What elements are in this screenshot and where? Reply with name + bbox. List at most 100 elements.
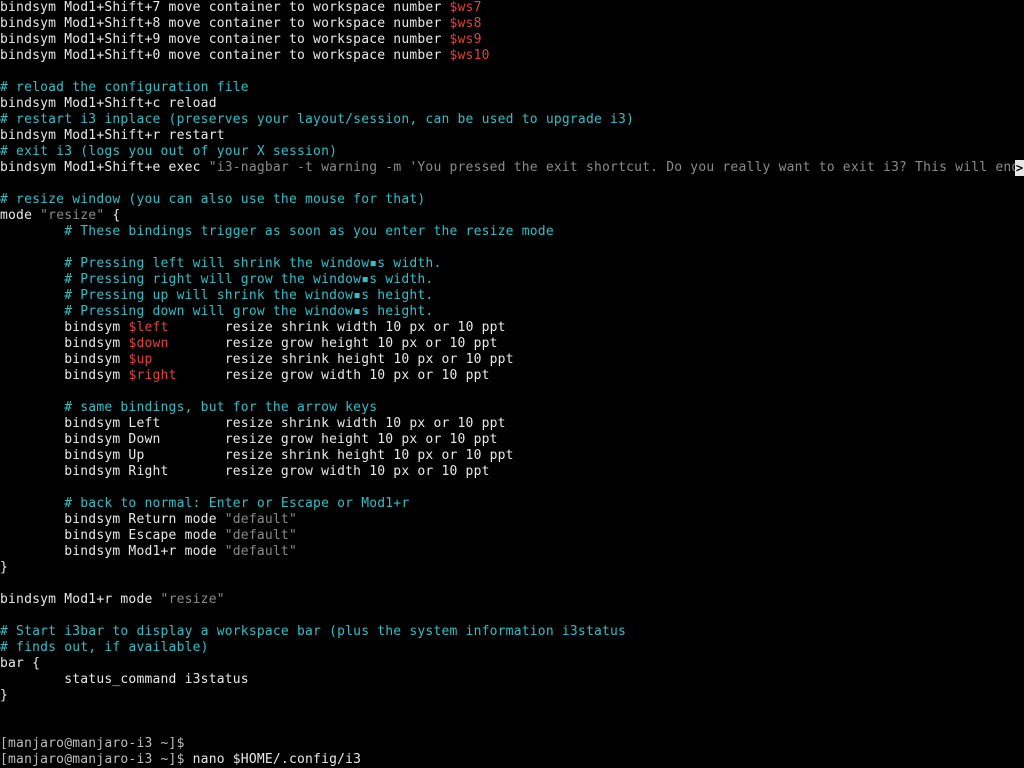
terminal-line: bindsym Return mode "default" <box>0 512 297 528</box>
terminal-line: # Start i3bar to display a workspace bar… <box>0 624 626 640</box>
config-string: "default" <box>224 512 297 527</box>
terminal-line: bindsym Right resize grow width 10 px or… <box>0 464 490 480</box>
config-text: bar { <box>0 656 41 671</box>
terminal-line: bindsym Mod1+Shift+8 move container to w… <box>0 16 482 32</box>
shell-prompt: [manjaro@manjaro-i3 ~]$ <box>0 752 193 767</box>
config-variable: $up <box>128 352 153 367</box>
terminal-line: bindsym Mod1+Shift+9 move container to w… <box>0 32 482 48</box>
config-text: bindsym <box>0 352 129 367</box>
config-text: nano $HOME/.config/i3 <box>192 752 362 767</box>
terminal-line: # Pressing right will grow the window▪s … <box>0 272 433 288</box>
config-comment: # reload the configuration file <box>0 80 249 95</box>
terminal-line: mode "resize" { <box>0 208 120 224</box>
config-variable: $down <box>128 336 169 351</box>
config-comment: # back to normal: Enter or Escape or Mod… <box>0 496 410 511</box>
config-text: bindsym <box>0 336 129 351</box>
config-comment: # finds out, if available) <box>0 640 209 655</box>
config-variable: $ws7 <box>449 0 482 15</box>
config-string: "resize" <box>160 592 225 607</box>
config-comment: # resize window (you can also use the mo… <box>0 192 426 207</box>
terminal-line: # reload the configuration file <box>0 80 249 96</box>
config-text: bindsym Mod1+Shift+9 move container to w… <box>0 32 450 47</box>
terminal-line: bindsym $up resize shrink height 10 px o… <box>0 352 514 368</box>
terminal-line: bindsym Mod1+Shift+c reload <box>0 96 217 112</box>
terminal-line: bindsym Left resize shrink width 10 px o… <box>0 416 506 432</box>
config-text: } <box>0 688 9 703</box>
terminal-line: # back to normal: Enter or Escape or Mod… <box>0 496 409 512</box>
config-text: } <box>0 560 9 575</box>
terminal-line: # finds out, if available) <box>0 640 209 656</box>
config-string: "default" <box>224 528 297 543</box>
terminal-line: bindsym Mod1+Shift+e exec "i3-nagbar -t … <box>0 160 1019 176</box>
config-comment: # exit i3 (logs you out of your X sessio… <box>0 144 338 159</box>
config-comment: # restart i3 inplace (preserves your lay… <box>0 112 635 127</box>
config-text: bindsym Mod1+Shift+e exec <box>0 160 209 175</box>
config-comment: # Pressing down will grow the window▪s h… <box>0 304 434 319</box>
terminal-line: # Pressing left will shrink the window▪s… <box>0 256 441 272</box>
config-text: bindsym Mod1+Shift+7 move container to w… <box>0 0 450 15</box>
config-text: { <box>104 208 121 223</box>
shell-prompt: [manjaro@manjaro-i3 ~]$ <box>0 736 185 751</box>
config-text: bindsym <box>0 320 129 335</box>
config-text: bindsym Mod1+r mode <box>0 544 225 559</box>
config-variable: $left <box>128 320 169 335</box>
terminal-line: bindsym $down resize grow height 10 px o… <box>0 336 498 352</box>
config-text: bindsym Mod1+Shift+c reload <box>0 96 217 111</box>
terminal-line: # Pressing up will shrink the window▪s h… <box>0 288 433 304</box>
config-comment: # Pressing left will shrink the window▪s… <box>0 256 442 271</box>
terminal-line: bindsym Mod1+r mode "resize" <box>0 592 225 608</box>
config-text: bindsym Return mode <box>0 512 225 527</box>
terminal-line: # These bindings trigger as soon as you … <box>0 224 554 240</box>
terminal-line: bindsym Down resize grow height 10 px or… <box>0 432 498 448</box>
config-text: bindsym Left resize shrink width 10 px o… <box>0 416 506 431</box>
terminal-window[interactable]: bindsym Mod1+Shift+7 move container to w… <box>0 0 1024 768</box>
config-text: mode <box>0 208 41 223</box>
config-text: bindsym Escape mode <box>0 528 225 543</box>
config-text: bindsym Mod1+Shift+r restart <box>0 128 225 143</box>
config-text: resize shrink width 10 px or 10 ppt <box>168 320 506 335</box>
config-comment: # Pressing up will shrink the window▪s h… <box>0 288 434 303</box>
terminal-line: # same bindings, but for the arrow keys <box>0 400 377 416</box>
terminal-line: bindsym Mod1+Shift+r restart <box>0 128 225 144</box>
terminal-line: # resize window (you can also use the mo… <box>0 192 425 208</box>
config-text: bindsym <box>0 368 129 383</box>
config-variable: $right <box>128 368 177 383</box>
config-text: resize grow width 10 px or 10 ppt <box>176 368 490 383</box>
config-text: bindsym Up resize shrink height 10 px or… <box>0 448 514 463</box>
terminal-line: bindsym $right resize grow width 10 px o… <box>0 368 490 384</box>
config-variable: $ws8 <box>449 16 482 31</box>
terminal-line: status_command i3status <box>0 672 249 688</box>
config-comment: # These bindings trigger as soon as you … <box>0 224 554 239</box>
terminal-line: bindsym Up resize shrink height 10 px or… <box>0 448 514 464</box>
config-text: resize grow height 10 px or 10 ppt <box>168 336 498 351</box>
config-text: status_command i3status <box>0 672 249 687</box>
line-overflow-indicator: > <box>1015 160 1024 176</box>
terminal-line: bindsym Mod1+Shift+0 move container to w… <box>0 48 490 64</box>
terminal-line: [manjaro@manjaro-i3 ~]$ nano $HOME/.conf… <box>0 752 361 768</box>
config-text: bindsym Down resize grow height 10 px or… <box>0 432 498 447</box>
terminal-line: bindsym Mod1+r mode "default" <box>0 544 297 560</box>
config-comment: # Start i3bar to display a workspace bar… <box>0 624 627 639</box>
config-text: bindsym Mod1+r mode <box>0 592 161 607</box>
terminal-line: } <box>0 688 8 704</box>
config-text: bindsym Right resize grow width 10 px or… <box>0 464 490 479</box>
terminal-line: bar { <box>0 656 40 672</box>
config-text: bindsym Mod1+Shift+0 move container to w… <box>0 48 450 63</box>
terminal-line: # Pressing down will grow the window▪s h… <box>0 304 433 320</box>
config-string: "resize" <box>40 208 105 223</box>
config-comment: # Pressing right will grow the window▪s … <box>0 272 434 287</box>
config-variable: $ws9 <box>449 32 482 47</box>
config-comment: # same bindings, but for the arrow keys <box>0 400 378 415</box>
config-variable: $ws10 <box>449 48 490 63</box>
terminal-line: # exit i3 (logs you out of your X sessio… <box>0 144 337 160</box>
config-string: "i3-nagbar -t warning -m 'You pressed th… <box>208 160 1020 175</box>
terminal-line: bindsym Escape mode "default" <box>0 528 297 544</box>
config-string: "default" <box>224 544 297 559</box>
terminal-line: } <box>0 560 8 576</box>
terminal-line: bindsym $left resize shrink width 10 px … <box>0 320 506 336</box>
terminal-line: bindsym Mod1+Shift+7 move container to w… <box>0 0 482 16</box>
config-text: bindsym Mod1+Shift+8 move container to w… <box>0 16 450 31</box>
terminal-line: [manjaro@manjaro-i3 ~]$ <box>0 736 185 752</box>
config-text: resize shrink height 10 px or 10 ppt <box>152 352 514 367</box>
terminal-line: # restart i3 inplace (preserves your lay… <box>0 112 634 128</box>
